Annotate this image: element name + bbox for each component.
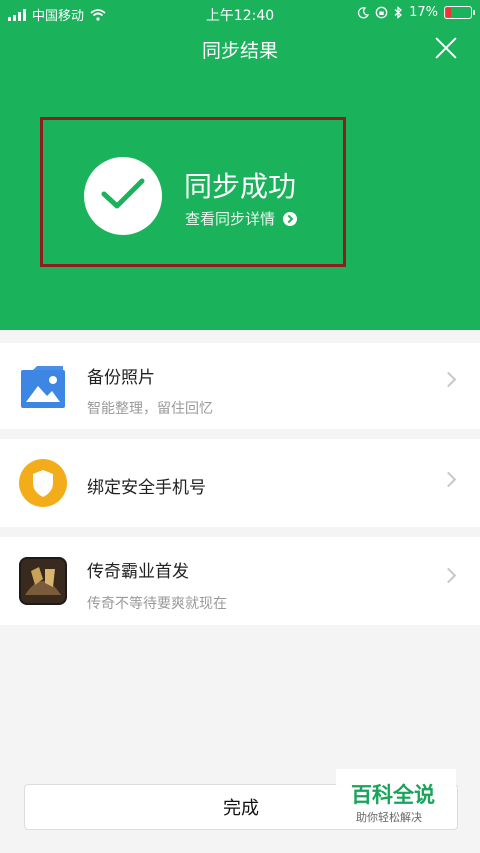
view-details-label: 查看同步详情 — [185, 210, 276, 228]
photo-icon — [21, 366, 65, 408]
status-bar: 中国移动 上午12:40 17% — [0, 0, 480, 26]
chevron-right-circle-icon — [283, 211, 298, 226]
moon-icon — [358, 6, 370, 18]
view-details-link[interactable]: 查看同步详情 — [185, 208, 298, 229]
list-item-bind-phone[interactable]: 绑定安全手机号 — [0, 439, 480, 527]
chevron-right-icon — [440, 471, 457, 488]
list-item-game-promo[interactable]: 传奇霸业首发 传奇不等待要爽就现在 — [0, 537, 480, 625]
watermark: 百科全说 助你轻松解决 — [336, 769, 456, 827]
chevron-right-icon — [440, 567, 457, 584]
watermark-subtitle: 助你轻松解决 — [356, 811, 422, 824]
item-title: 绑定安全手机号 — [87, 478, 206, 498]
page-title: 同步结果 — [201, 40, 278, 62]
item-subtitle: 传奇不等待要爽就现在 — [87, 596, 227, 612]
shield-icon — [19, 459, 67, 507]
success-check-icon — [84, 157, 162, 235]
game-icon — [19, 557, 67, 605]
sync-result-panel: 同步成功 查看同步详情 — [40, 117, 346, 267]
bluetooth-icon — [394, 6, 403, 19]
item-title: 传奇霸业首发 — [87, 562, 189, 582]
item-subtitle: 智能整理，留住回忆 — [87, 401, 213, 417]
item-title: 备份照片 — [87, 368, 155, 388]
close-icon[interactable] — [434, 36, 458, 60]
battery-percent: 17% — [409, 5, 438, 20]
watermark-title: 百科全说 — [351, 783, 435, 807]
status-right: 17% — [357, 5, 475, 20]
chevron-right-icon — [440, 371, 457, 388]
lock-rotation-icon — [375, 6, 388, 19]
battery-icon — [444, 6, 475, 19]
sync-status-title: 同步成功 — [184, 170, 297, 203]
list-item-backup-photos[interactable]: 备份照片 智能整理，留住回忆 — [0, 343, 480, 429]
